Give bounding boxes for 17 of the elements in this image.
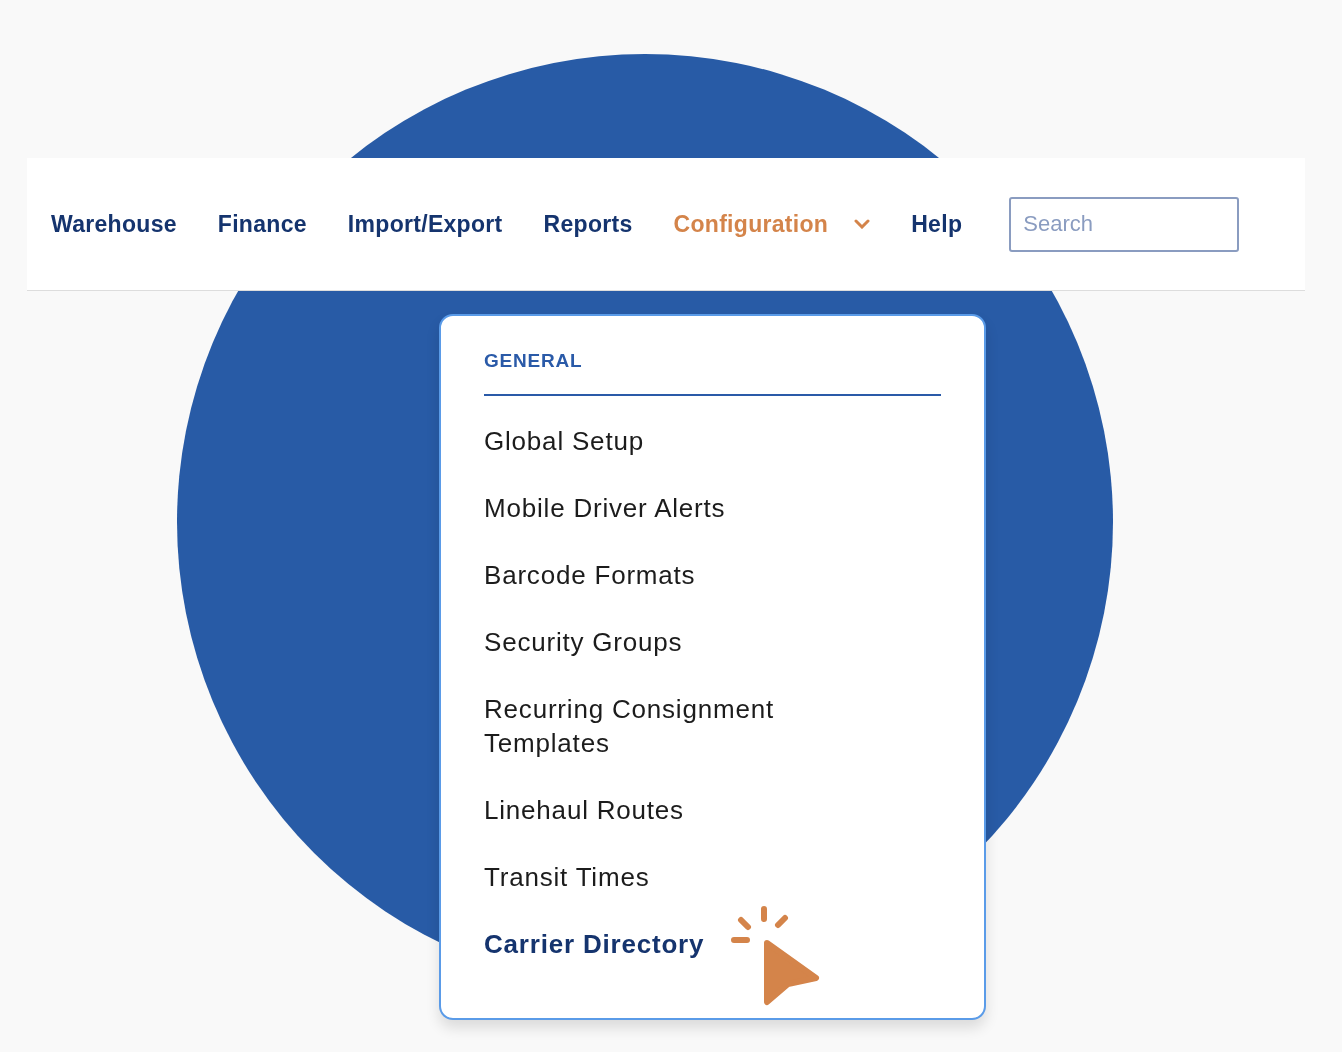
search-field[interactable]: Search xyxy=(1009,196,1240,252)
menu-item[interactable]: Barcode Formats xyxy=(484,552,844,598)
nav-tab[interactable]: Reports xyxy=(543,210,633,238)
nav-tab[interactable]: Warehouse xyxy=(51,210,177,238)
menu-item[interactable]: Mobile Driver Alerts xyxy=(484,485,844,531)
section-heading: GENERAL xyxy=(484,350,941,396)
menu-item[interactable]: Security Groups xyxy=(484,619,844,665)
menu-item[interactable]: Transit Times xyxy=(484,854,844,900)
nav-tab[interactable]: Finance xyxy=(217,210,307,238)
nav-tab[interactable]: Import/Export xyxy=(347,210,503,238)
nav-tab[interactable]: Help xyxy=(911,210,963,238)
cursor-click-icon xyxy=(730,906,820,1006)
chevron-down-icon xyxy=(854,219,871,229)
menu-item[interactable]: Recurring Consignment Templates xyxy=(484,686,844,766)
menu-item[interactable]: Carrier Directory xyxy=(484,921,941,967)
menu-item[interactable]: Global Setup xyxy=(484,418,844,464)
menu-item[interactable]: Linehaul Routes xyxy=(484,787,844,833)
